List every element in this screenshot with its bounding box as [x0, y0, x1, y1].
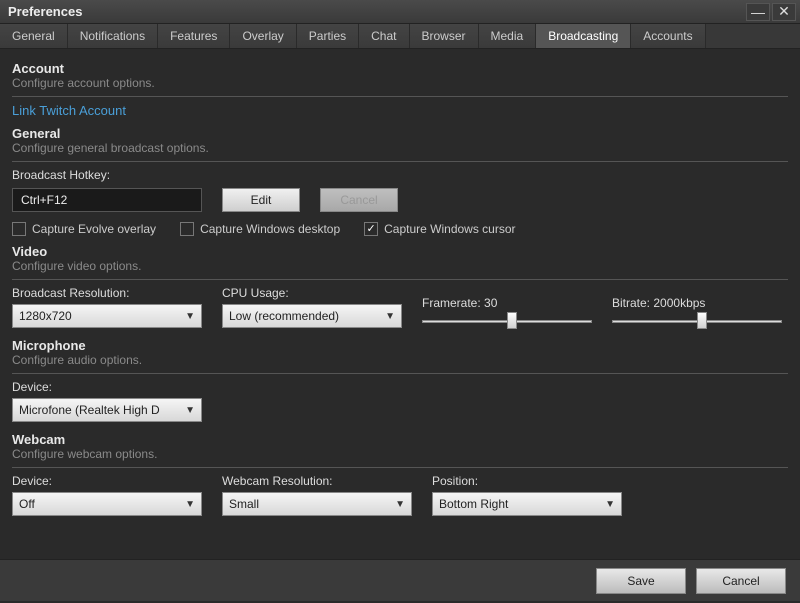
hotkey-input[interactable]	[12, 188, 202, 212]
checkbox-label: Capture Windows desktop	[200, 222, 340, 236]
checkbox-icon	[180, 222, 194, 236]
chevron-down-icon: ▼	[385, 311, 395, 322]
bitrate-value: 2000	[653, 296, 680, 310]
save-button[interactable]: Save	[596, 568, 686, 594]
divider	[12, 373, 788, 374]
bitrate-label: Bitrate: 2000kbps	[612, 296, 782, 310]
cancel-button[interactable]: Cancel	[696, 568, 786, 594]
account-section-title: Account	[12, 61, 788, 76]
chevron-down-icon: ▼	[185, 499, 195, 510]
tab-accounts[interactable]: Accounts	[631, 24, 705, 48]
cpu-usage-label: CPU Usage:	[222, 286, 402, 300]
framerate-label-text: Framerate:	[422, 296, 481, 310]
mic-device-label: Device:	[12, 380, 788, 394]
divider	[12, 96, 788, 97]
framerate-slider[interactable]	[422, 314, 592, 328]
select-value: Bottom Right	[439, 497, 508, 511]
slider-thumb[interactable]	[697, 312, 707, 329]
tab-bar: General Notifications Features Overlay P…	[0, 24, 800, 49]
chevron-down-icon: ▼	[185, 311, 195, 322]
tab-parties[interactable]: Parties	[297, 24, 359, 48]
webcam-section-title: Webcam	[12, 432, 788, 447]
chevron-down-icon: ▼	[395, 499, 405, 510]
broadcast-resolution-select[interactable]: 1280x720 ▼	[12, 304, 202, 328]
webcam-device-select[interactable]: Off ▼	[12, 492, 202, 516]
tab-chat[interactable]: Chat	[359, 24, 409, 48]
edit-button[interactable]: Edit	[222, 188, 300, 212]
webcam-position-select[interactable]: Bottom Right ▼	[432, 492, 622, 516]
window-title: Preferences	[8, 4, 82, 19]
checkbox-icon	[364, 222, 378, 236]
bitrate-slider[interactable]	[612, 314, 782, 328]
video-section-title: Video	[12, 244, 788, 259]
account-section-subtitle: Configure account options.	[12, 76, 788, 90]
divider	[12, 279, 788, 280]
tab-browser[interactable]: Browser	[410, 24, 479, 48]
hotkey-cancel-button[interactable]: Cancel	[320, 188, 398, 212]
broadcast-resolution-label: Broadcast Resolution:	[12, 286, 202, 300]
microphone-section-subtitle: Configure audio options.	[12, 353, 788, 367]
general-section-subtitle: Configure general broadcast options.	[12, 141, 788, 155]
cpu-usage-select[interactable]: Low (recommended) ▼	[222, 304, 402, 328]
divider	[12, 467, 788, 468]
webcam-resolution-select[interactable]: Small ▼	[222, 492, 412, 516]
select-value: Small	[229, 497, 259, 511]
footer: Save Cancel	[0, 559, 800, 601]
slider-thumb[interactable]	[507, 312, 517, 329]
capture-desktop-checkbox[interactable]: Capture Windows desktop	[180, 222, 340, 236]
titlebar: Preferences — ✕	[0, 0, 800, 24]
tab-general[interactable]: General	[0, 24, 68, 48]
tab-notifications[interactable]: Notifications	[68, 24, 158, 48]
divider	[12, 161, 788, 162]
checkbox-label: Capture Windows cursor	[384, 222, 515, 236]
framerate-label: Framerate: 30	[422, 296, 592, 310]
close-button[interactable]: ✕	[772, 3, 796, 21]
content-pane: Account Configure account options. Link …	[0, 49, 800, 559]
select-value: Low (recommended)	[229, 309, 339, 323]
chevron-down-icon: ▼	[605, 499, 615, 510]
tab-features[interactable]: Features	[158, 24, 230, 48]
minimize-button[interactable]: —	[746, 3, 770, 21]
link-twitch-account[interactable]: Link Twitch Account	[12, 103, 788, 118]
checkbox-label: Capture Evolve overlay	[32, 222, 156, 236]
tab-media[interactable]: Media	[479, 24, 537, 48]
checkbox-icon	[12, 222, 26, 236]
framerate-value: 30	[484, 296, 497, 310]
bitrate-unit: kbps	[680, 296, 705, 310]
capture-cursor-checkbox[interactable]: Capture Windows cursor	[364, 222, 515, 236]
window-controls: — ✕	[746, 3, 796, 21]
hotkey-label: Broadcast Hotkey:	[12, 168, 788, 182]
select-value: 1280x720	[19, 309, 72, 323]
tab-broadcasting[interactable]: Broadcasting	[536, 24, 631, 48]
webcam-position-label: Position:	[432, 474, 622, 488]
webcam-resolution-label: Webcam Resolution:	[222, 474, 412, 488]
chevron-down-icon: ▼	[185, 405, 195, 416]
microphone-section-title: Microphone	[12, 338, 788, 353]
bitrate-label-text: Bitrate:	[612, 296, 650, 310]
webcam-section-subtitle: Configure webcam options.	[12, 447, 788, 461]
tab-overlay[interactable]: Overlay	[230, 24, 296, 48]
webcam-device-label: Device:	[12, 474, 202, 488]
select-value: Off	[19, 497, 35, 511]
capture-overlay-checkbox[interactable]: Capture Evolve overlay	[12, 222, 156, 236]
video-section-subtitle: Configure video options.	[12, 259, 788, 273]
mic-device-select[interactable]: Microfone (Realtek High D ▼	[12, 398, 202, 422]
general-section-title: General	[12, 126, 788, 141]
select-value: Microfone (Realtek High D	[19, 403, 160, 417]
